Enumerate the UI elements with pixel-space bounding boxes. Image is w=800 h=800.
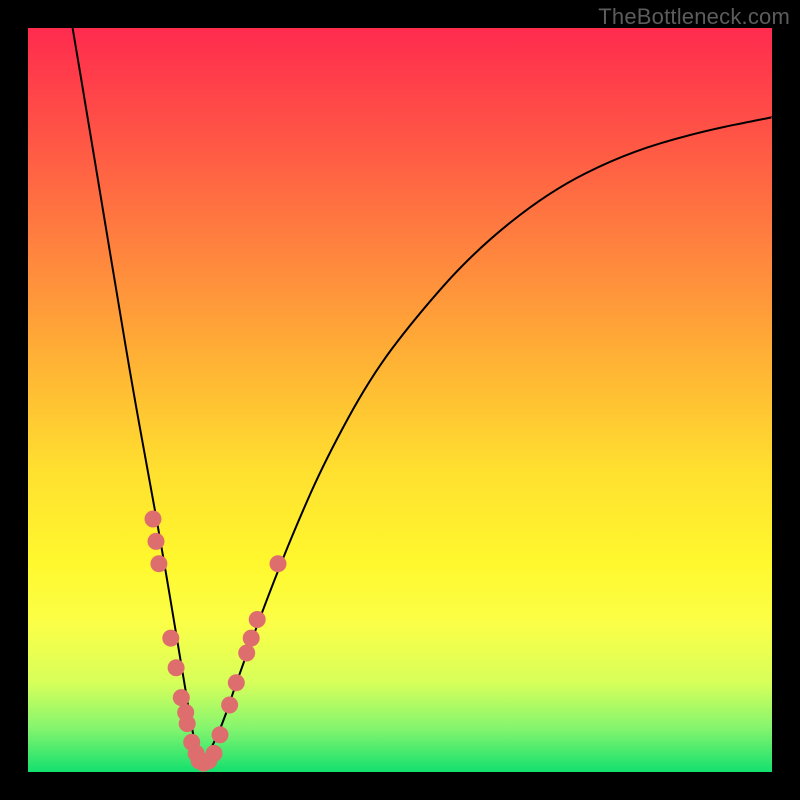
- scatter-dot: [150, 555, 167, 572]
- scatter-dot: [206, 745, 223, 762]
- scatter-dot: [168, 659, 185, 676]
- scatter-group: [145, 511, 287, 772]
- scatter-dot: [249, 611, 266, 628]
- scatter-dot: [228, 674, 245, 691]
- scatter-dot: [173, 689, 190, 706]
- scatter-dot: [212, 726, 229, 743]
- scatter-dot: [238, 645, 255, 662]
- chart-plot-area: [28, 28, 772, 772]
- scatter-dot: [221, 697, 238, 714]
- scatter-dot: [148, 533, 165, 550]
- chart-frame: TheBottleneck.com: [0, 0, 800, 800]
- scatter-dot: [243, 630, 260, 647]
- chart-svg: [28, 28, 772, 772]
- scatter-dot: [179, 715, 196, 732]
- watermark-text: TheBottleneck.com: [598, 4, 790, 30]
- scatter-dot: [145, 511, 162, 528]
- scatter-dot: [162, 630, 179, 647]
- scatter-dot: [270, 555, 287, 572]
- bottleneck-curve: [73, 28, 772, 761]
